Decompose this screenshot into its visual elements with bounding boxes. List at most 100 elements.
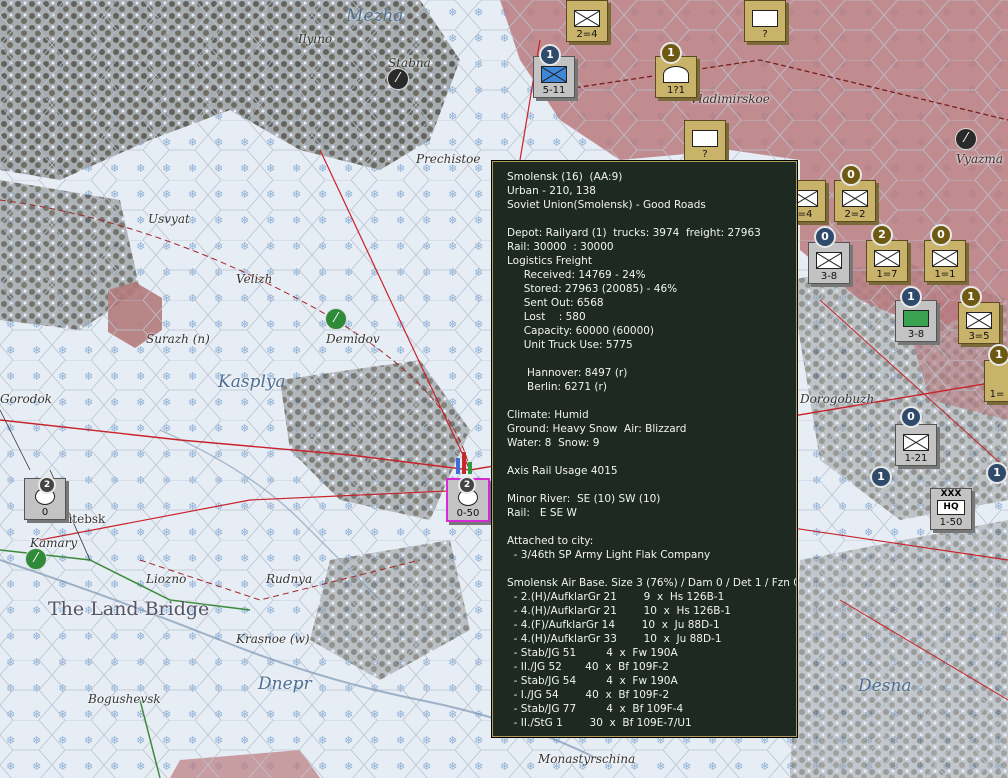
tooltip-line: - II./JG 52 40 x Bf 109F-2	[507, 661, 669, 673]
unit-symbol-icon	[663, 66, 689, 83]
tooltip-line	[507, 450, 784, 464]
region-desna: Desna	[858, 676, 912, 696]
tooltip-line: - Stab/JG 54 4 x Fw 190A	[507, 675, 678, 687]
tooltip-line: Axis Rail Usage 4015	[507, 465, 618, 477]
supply-bars-icon	[456, 452, 476, 474]
place-rudnya: Rudnya	[266, 572, 313, 586]
unit-symbol-icon	[541, 66, 567, 83]
tooltip-line	[507, 562, 784, 576]
unit-symbol-icon	[932, 250, 958, 267]
tooltip-line: Rail: 30000 : 30000	[507, 241, 614, 253]
unit-strength-badge: 2	[38, 476, 56, 494]
unit-strength-badge: 1	[986, 462, 1008, 484]
place-usvyat: Usvyat	[148, 212, 190, 226]
tooltip-line: Depot: Railyard (1) trucks: 3974 freight…	[507, 227, 761, 239]
unit-symbol-icon	[816, 252, 842, 269]
place-ilyino: Ilyino	[298, 32, 333, 46]
tooltip-line: Soviet Union(Smolensk) - Good Roads	[507, 199, 706, 211]
unit-symbol-icon	[874, 250, 900, 267]
tooltip-line: Water: 8 Snow: 9	[507, 437, 600, 449]
unit-counter[interactable]: ?	[684, 120, 726, 162]
unit-symbol-icon	[842, 190, 868, 207]
unit-strength-badge: 1	[988, 344, 1008, 366]
unit-symbol-icon	[574, 10, 600, 27]
unit-strength-badge: 1	[660, 42, 682, 64]
region-mezha: Mezha	[346, 6, 404, 26]
place-surazh: Surazh (n)	[146, 332, 210, 346]
place-monastyrschina: Monastyrschina	[538, 752, 636, 766]
tooltip-line: - 3/46th SP Army Light Flak Company	[507, 549, 711, 561]
unit-counter[interactable]: 1=1	[924, 240, 966, 282]
unit-strength-badge: 0	[840, 164, 862, 186]
tooltip-line: - I./JG 54 40 x Bf 109F-2	[507, 689, 670, 701]
tooltip-line: Minor River: SE (10) SW (10)	[507, 493, 661, 505]
unit-counter[interactable]: 1=	[984, 360, 1008, 402]
unit-counter[interactable]: 2=4	[566, 0, 608, 42]
unit-counter[interactable]: 3=5	[958, 302, 1000, 344]
unit-strength-badge: 1	[539, 44, 561, 66]
tooltip-line: Attached to city:	[507, 535, 594, 547]
tooltip-line: Hannover: 8497 (r)	[507, 367, 628, 379]
unit-strength-badge: 1	[960, 286, 982, 308]
unit-counter[interactable]: 3-8	[808, 242, 850, 284]
unit-symbol-icon	[692, 130, 718, 147]
unit-strength-badge: 0	[814, 226, 836, 248]
tooltip-line	[507, 394, 784, 408]
tooltip-line: Smolensk (16) (AA:9)	[507, 171, 623, 183]
tooltip-line	[507, 212, 784, 226]
unit-symbol-icon	[966, 312, 992, 329]
tooltip-line	[507, 520, 784, 534]
unit-strength-badge: 1	[870, 466, 892, 488]
hq-unit-counter[interactable]: XXX HQ 1-50	[930, 488, 972, 530]
tooltip-line: - 4.(H)/AufklarGr 33 10 x Ju 88D-1	[507, 633, 722, 645]
tooltip-line: Rail: E SE W	[507, 507, 577, 519]
airfield-marker-demidov[interactable]: ⁄	[325, 308, 347, 330]
place-prechistoe: Prechistoe	[416, 152, 481, 166]
tooltip-line: - Stab/JG 51 4 x Fw 190A	[507, 647, 678, 659]
tooltip-line: Lost : 580	[507, 311, 586, 323]
unit-size-label: XXX	[940, 489, 962, 499]
hex-info-tooltip: Smolensk (16) (AA:9) Urban - 210, 138 Sovi…	[492, 161, 797, 737]
place-dorogobuzh: Dorogobuzh	[800, 392, 875, 406]
place-velizh: Velizh	[236, 272, 273, 286]
place-liozno: Liozno	[146, 572, 187, 586]
tooltip-line: Logistics Freight	[507, 255, 592, 267]
place-krasnoe: Krasnoe (w)	[236, 632, 310, 646]
unit-counter[interactable]: 2=2	[834, 180, 876, 222]
tooltip-line: Unit Truck Use: 5775	[507, 339, 633, 351]
region-kasplya: Kasplya	[218, 372, 286, 392]
tooltip-line	[507, 478, 784, 492]
place-vladimirskoe: Vladimirskoe	[690, 92, 770, 106]
airfield-marker-kamary[interactable]: ⁄	[25, 548, 47, 570]
unit-strength-badge: 0	[900, 406, 922, 428]
airfield-marker-stabna[interactable]: ⁄	[387, 68, 409, 90]
unit-strength-badge: 2	[458, 476, 476, 494]
unit-counter[interactable]: 1=7	[866, 240, 908, 282]
place-bogushevsk: Bogushevsk	[88, 692, 161, 706]
tooltip-line: Berlin: 6271 (r)	[507, 381, 607, 393]
unit-strength-badge: 2	[871, 224, 893, 246]
unit-counter[interactable]: ?	[744, 0, 786, 42]
tooltip-line: Ground: Heavy Snow Air: Blizzard	[507, 423, 687, 435]
hq-label: HQ	[937, 500, 965, 515]
tooltip-line	[507, 352, 784, 366]
place-gorodok: Gorodok	[0, 392, 52, 406]
place-vyazma: Vyazma	[956, 152, 1003, 166]
airfield-marker-vyazma[interactable]: ⁄	[955, 128, 977, 150]
unit-strength-badge: 1	[900, 286, 922, 308]
tooltip-line: Urban - 210, 138	[507, 185, 596, 197]
tooltip-line: Stored: 27963 (20085) - 46%	[507, 283, 678, 295]
region-dnepr: Dnepr	[258, 674, 312, 694]
place-vitebsk: Vitebsk	[60, 512, 106, 526]
tooltip-line: - II./StG 1 30 x Bf 109E-7/U1	[507, 717, 692, 729]
unit-counter[interactable]: 1-21	[895, 424, 937, 466]
tooltip-line: - 4.(F)/AufklarGr 14 10 x Ju 88D-1	[507, 619, 720, 631]
unit-symbol-icon	[752, 10, 778, 27]
tooltip-line: Smolensk Air Base. Size 3 (76%) / Dam 0 …	[507, 577, 797, 589]
region-land-bridge: The Land Bridge	[48, 598, 210, 620]
tooltip-line: Sent Out: 6568	[507, 297, 604, 309]
unit-strength-badge: 0	[930, 224, 952, 246]
tooltip-line: - Stab/JG 77 4 x Bf 109F-4	[507, 703, 684, 715]
unit-symbol-icon	[903, 310, 929, 327]
tooltip-line: - 4.(H)/AufklarGr 21 10 x Hs 126B-1	[507, 605, 731, 617]
